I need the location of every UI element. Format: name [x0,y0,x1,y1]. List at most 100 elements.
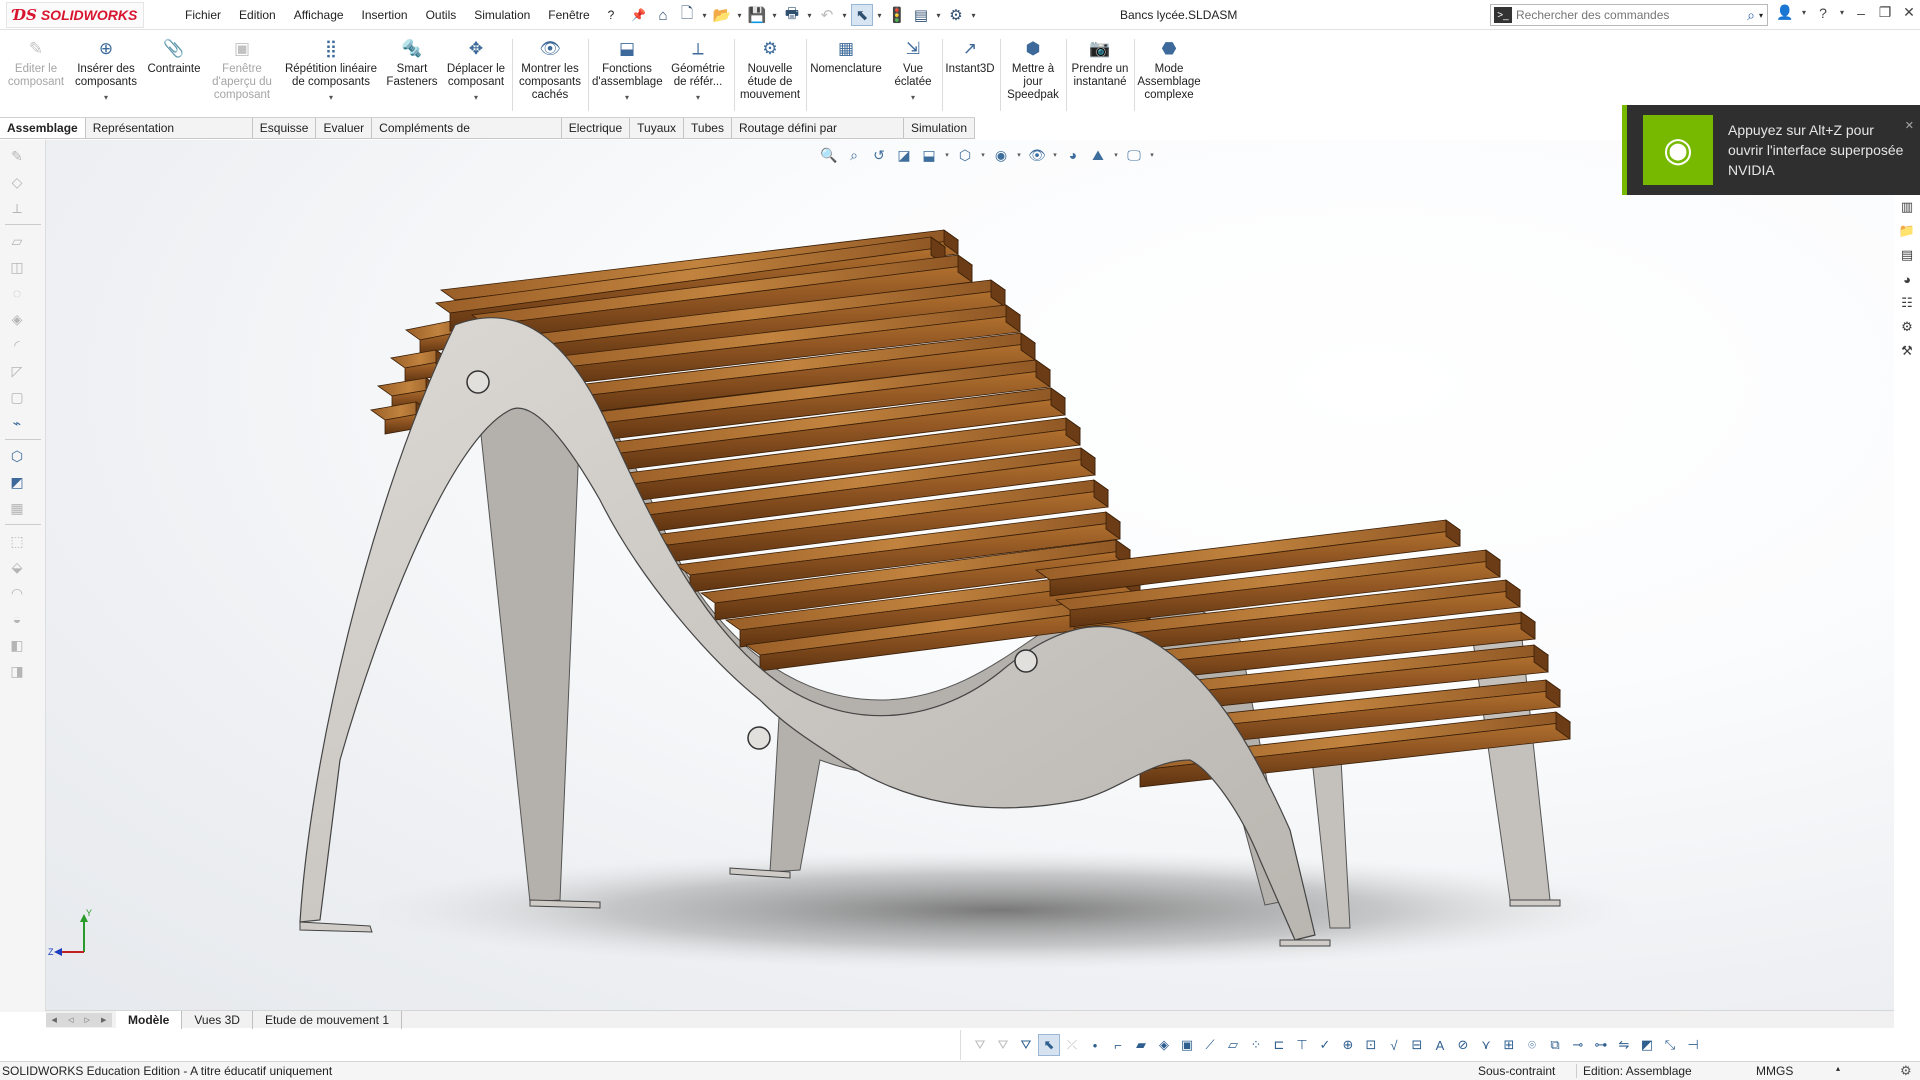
tab-tuyaux[interactable]: Tuyaux [630,118,685,138]
library-icon[interactable]: ◨ [6,661,28,681]
print-dropdown-icon[interactable]: ▾ [805,11,814,20]
bolt-upper[interactable] [466,370,490,394]
tab-scroll-arrows[interactable]: ◀ ◁ ▷ ▶ [46,1012,112,1027]
new-document-icon[interactable]: 🗋 [676,4,698,26]
filter-connection-points-icon[interactable]: ⊶ [1590,1034,1612,1056]
tab-modele[interactable]: Modèle [116,1010,183,1029]
menu-insertion[interactable]: Insertion [353,8,417,22]
menu-simulation[interactable]: Simulation [465,8,539,22]
pin-menu-icon[interactable]: 📌 [631,8,646,22]
apply-scene-icon[interactable]: ⛰ [1087,147,1109,164]
filter-faces-icon[interactable]: ▰ [1130,1034,1152,1056]
edit-appearance-icon[interactable]: ◕ [1062,147,1084,163]
hide-show-items-icon[interactable]: 👁 [1026,147,1048,164]
menu-fenetre[interactable]: Fenêtre [539,8,598,22]
filter-solid-icon[interactable]: ▣ [1176,1034,1198,1056]
tab-electrique[interactable]: Electrique [561,118,631,138]
update-speedpak-button[interactable]: ⬢ Mettre à jour Speedpak [1002,37,1064,102]
filter-notes-icon[interactable]: A [1429,1034,1451,1056]
graphics-area[interactable] [46,140,1894,1012]
tab-simulation[interactable]: Simulation [903,118,975,138]
view-settings-icon[interactable]: 🖵 [1123,147,1145,164]
cut-icon[interactable]: ◧ [6,635,28,655]
toast-close-icon[interactable]: ✕ [1905,119,1914,132]
rear-left-foot[interactable] [529,899,601,909]
display-style-dropdown-icon[interactable]: ▾ [1015,151,1023,159]
bolt-right[interactable] [1014,649,1038,673]
apply-scene-dropdown-icon[interactable]: ▾ [1112,151,1120,159]
menu-fichier[interactable]: Fichier [176,8,230,22]
filter-edges-icon[interactable]: ⌐ [1107,1034,1129,1056]
unit-dropdown-icon[interactable]: ▴ [1836,1064,1840,1073]
filter-surface-finish-icon[interactable]: √ [1383,1034,1405,1056]
filter-axes-icon[interactable]: ⟋ [1199,1034,1221,1056]
filter-vertices-icon[interactable]: • [1084,1034,1106,1056]
tab-assemblage[interactable]: Assemblage [0,118,86,138]
large-assembly-mode-button[interactable]: ⬣ Mode Assemblage complexe [1136,37,1202,102]
filter-midpoints-icon[interactable]: ⊤ [1291,1034,1313,1056]
options-dropdown-icon[interactable]: ▾ [969,11,978,20]
filter-toggle-icon[interactable]: ⛛ [992,1034,1014,1056]
linear-pattern-button[interactable]: ⣿ Répétition linéaire de composants ▾ [282,37,380,104]
tab-evaluer[interactable]: Evaluer [316,118,373,138]
display-style-icon[interactable]: ◉ [990,147,1012,164]
filter-datum-targets-icon[interactable]: ⊞ [1498,1034,1520,1056]
filter-sketch-segments-icon[interactable]: ⊏ [1268,1034,1290,1056]
filter-centerline-icon[interactable]: ⊕ [1337,1034,1359,1056]
loft-icon[interactable]: ◈ [6,309,28,329]
view-orientation-icon[interactable]: ⬡ [954,147,976,164]
help-icon[interactable]: ? [1814,5,1832,21]
filter-sketch-points-icon[interactable]: ⁘ [1245,1034,1267,1056]
new-dropdown-icon[interactable]: ▾ [700,11,709,20]
user-account-icon[interactable]: 👤 [1776,4,1794,21]
view-orientation-dropdown-icon[interactable]: ▾ [979,151,987,159]
command-search[interactable]: >_ ⌕ ▾ [1490,4,1768,26]
rear-right-foot[interactable] [1509,899,1561,907]
tab-complements[interactable]: Compléments de SOLIDWORKS [372,118,562,155]
sheet-metal-icon[interactable]: ⬚ [6,531,28,551]
revolve-icon[interactable]: ◫ [6,257,28,277]
filter-welds-icon[interactable]: ⤡ [1659,1034,1681,1056]
options-gear-icon[interactable]: ⚙ [945,4,967,26]
exploded-view-dropdown-icon[interactable]: ▾ [888,91,938,104]
help-dropdown-icon[interactable]: ▾ [1838,8,1846,17]
chamfer-icon[interactable]: ◸ [6,361,28,381]
rebuild-traffic-light-icon[interactable]: 🚦 [886,4,908,26]
extrude-icon[interactable]: ▱ [6,231,28,251]
insert-components-button[interactable]: ⊕ Insérer des composants ▾ [72,37,140,104]
select-arrow-icon[interactable]: ⬉ [1038,1034,1060,1056]
select-cursor-icon[interactable]: ⬉ [851,4,873,26]
filter-weld-symbols-icon[interactable]: ⋎ [1475,1034,1497,1056]
appearances-icon[interactable]: ◕ [1896,268,1918,290]
search-input[interactable] [1516,8,1744,22]
custom-properties-icon[interactable]: ☷ [1896,292,1918,314]
tab-tubes[interactable]: Tubes [684,118,732,138]
filter-dowel-pin-icon[interactable]: ⊸ [1567,1034,1589,1056]
filter-icon[interactable]: ⛛ [969,1034,991,1056]
tab-motion-study-1[interactable]: Etude de mouvement 1 [253,1010,403,1029]
filter-balloons-icon[interactable]: ⊘ [1452,1034,1474,1056]
smart-fasteners-button[interactable]: 🔩 Smart Fasteners [384,37,440,89]
search-icon[interactable]: ⌕ [1743,7,1759,24]
filter-routing-points-icon[interactable]: ⇋ [1613,1034,1635,1056]
section-view-icon[interactable]: ◩ [6,472,28,492]
filter-blocks-icon[interactable]: ⧉ [1544,1034,1566,1056]
unit-system[interactable]: MMGS [1756,1064,1793,1078]
tab-esquisse[interactable]: Esquisse [252,118,317,138]
solidworks-forum-icon[interactable]: ⚙ [1896,316,1918,338]
reference-geometry-dropdown-icon[interactable]: ▾ [666,91,730,104]
mate-tool-icon[interactable]: ⌁ [6,413,28,433]
filter-dimensions-icon[interactable]: ⊡ [1360,1034,1382,1056]
nvidia-overlay-notification[interactable]: ◉ Appuyez sur Alt+Z pour ouvrir l'interf… [1622,105,1920,195]
clear-filter-icon[interactable]: ⤫ [1061,1034,1083,1056]
filter-mid-surfaces-icon[interactable]: ◩ [1636,1034,1658,1056]
sketch-tool-icon[interactable]: ✎ [6,146,28,166]
filter-geometric-tolerance-icon[interactable]: ⊟ [1406,1034,1428,1056]
search-dropdown-icon[interactable]: ▾ [1759,11,1767,20]
undo-icon[interactable]: ↶ [816,4,838,26]
save-icon[interactable]: 💾 [746,4,768,26]
filter-annotation-icon[interactable]: ⊣ [1682,1034,1704,1056]
linear-pattern-dropdown-icon[interactable]: ▾ [282,91,380,104]
user-dropdown-icon[interactable]: ▾ [1800,8,1808,17]
minimize-icon[interactable]: – [1852,5,1870,21]
